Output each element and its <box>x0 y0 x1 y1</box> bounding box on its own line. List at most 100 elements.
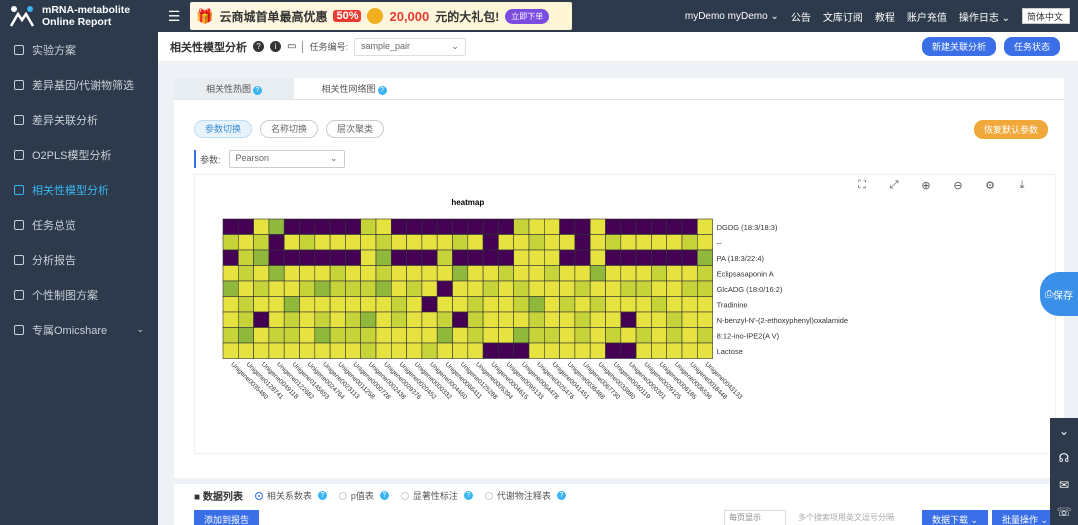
sidebar-item-7[interactable]: 个性制图方案 <box>0 277 158 312</box>
heatmap-cell <box>329 249 346 266</box>
heatmap-cell <box>605 218 622 235</box>
method-select[interactable]: Pearson ⌄ <box>228 150 345 168</box>
heatmap-cell <box>605 280 622 297</box>
heatmap-cell <box>559 342 576 359</box>
view-chips: 参数切换 名称切换 层次聚类 <box>194 120 385 138</box>
chat-icon[interactable]: ☏ <box>1056 505 1071 519</box>
heatmap-cell <box>314 249 331 266</box>
heatmap-cell <box>452 296 469 313</box>
heatmap-cell <box>314 265 331 282</box>
sidebar-item-label: 个性制图方案 <box>32 289 98 302</box>
heatmap-cell <box>666 327 683 344</box>
top-link-library[interactable]: 文库订阅 <box>823 9 863 24</box>
search-input[interactable]: 多个搜索项用英文逗号分隔 <box>798 512 894 523</box>
sidebar-item-5[interactable]: 任务总览 <box>0 207 158 242</box>
heatmap-cell <box>345 234 361 251</box>
top-link-announcement[interactable]: 公告 <box>791 9 811 24</box>
heatmap-cell <box>513 249 530 266</box>
chevron-down-icon[interactable]: ⌄ <box>1059 424 1069 438</box>
coin-icon <box>367 8 384 24</box>
chip-cluster[interactable]: 层次聚类 <box>326 120 385 138</box>
user-menu[interactable]: myDemo myDemo ⌄ <box>685 11 779 22</box>
heatmap-cell <box>237 311 254 328</box>
heatmap-cell <box>635 249 652 266</box>
heatmap-cell <box>253 311 270 328</box>
top-link-log[interactable]: 操作日志 ⌄ <box>959 9 1010 24</box>
info-icon[interactable]: i <box>270 41 281 52</box>
heatmap-cell <box>452 327 469 344</box>
heatmap-cell <box>696 234 713 251</box>
heatmap-cell <box>391 296 407 313</box>
heatmap-cell <box>452 311 469 328</box>
heatmap-cell <box>345 218 361 235</box>
heatmap-cell <box>360 327 377 344</box>
new-analysis-button[interactable]: 新建关联分析 <box>921 37 996 56</box>
sidebar-item-8[interactable]: 专属Omicshare ⌄ <box>0 312 158 347</box>
radio-correlation-table[interactable]: 相关系数表 ? <box>254 489 327 502</box>
tab-heatmap[interactable]: 相关性热图? <box>174 78 294 99</box>
language-select[interactable]: 简体中文 <box>1022 8 1070 24</box>
page-size-select[interactable]: 每页显示 <box>724 510 786 525</box>
radio-significance[interactable]: 显著性标注 ? <box>400 489 473 502</box>
heatmap-cell <box>268 265 285 282</box>
row-label: PA (18:3/22:4) <box>717 254 765 263</box>
save-float-button[interactable]: ⎙ 保存 <box>1040 272 1078 316</box>
heatmap-cell <box>681 234 698 251</box>
help-icon[interactable]: ? <box>253 41 264 52</box>
sidebar-item-3[interactable]: O2PLS模型分析 <box>0 137 158 172</box>
heatmap-cell <box>299 265 316 282</box>
heatmap-cell <box>559 234 576 251</box>
heatmap-cell <box>237 296 254 313</box>
heatmap-cell <box>283 280 300 297</box>
heatmap-cell <box>299 342 316 359</box>
video-icon[interactable]: ▭ <box>287 41 296 52</box>
heatmap-cell <box>406 265 423 282</box>
heatmap-cell <box>391 311 407 328</box>
heatmap-cell <box>375 311 392 328</box>
top-link-tutorial[interactable]: 教程 <box>875 9 895 24</box>
chip-params[interactable]: 参数切换 <box>194 120 253 138</box>
sidebar: mRNA-metabolite Online Report 实验方案 差异基因/代… <box>0 0 158 525</box>
headset-icon[interactable]: ☊ <box>1059 451 1070 465</box>
help-icon: ? <box>377 86 387 95</box>
task-select[interactable]: sample_pair ⌄ <box>353 37 466 56</box>
logo[interactable]: mRNA-metabolite Online Report <box>0 0 158 32</box>
batch-operation-button[interactable]: 批量操作 ⌄ <box>992 510 1059 525</box>
task-status-button[interactable]: 任务状态 <box>1003 37 1060 56</box>
heatmap-cell <box>345 265 361 282</box>
heatmap-cell <box>421 265 438 282</box>
data-download-button[interactable]: 数据下载 ⌄ <box>922 510 989 525</box>
top-link-recharge[interactable]: 账户充值 <box>907 9 947 24</box>
sidebar-item-6[interactable]: 分析报告 <box>0 242 158 277</box>
page-header: 相关性模型分析 ? i ▭ 任务编号: sample_pair ⌄ 新建关联分析… <box>158 32 1078 62</box>
radio-annotation-table[interactable]: 代谢物注释表 ? <box>484 489 566 502</box>
heatmap-cell <box>513 218 530 235</box>
heatmap-cell <box>696 342 713 359</box>
chip-names[interactable]: 名称切换 <box>260 120 319 138</box>
promo-banner[interactable]: 🎁 云商城首单最高优惠 50% 20,000 元的大礼包! 立即下单 <box>190 2 572 30</box>
radio-pvalue-table[interactable]: p值表 ? <box>338 489 389 502</box>
heatmap-cell <box>391 218 407 235</box>
param-row: 参数: Pearson ⌄ <box>194 150 345 168</box>
reset-params-button[interactable]: 恢复默认参数 <box>973 120 1048 139</box>
side-toolbar: ⌄ ☊ ✉ ☏ <box>1050 418 1078 525</box>
heatmap-cell <box>498 234 514 251</box>
sidebar-item-0[interactable]: 实验方案 <box>0 32 158 67</box>
heatmap-cell <box>375 234 392 251</box>
heatmap-cell <box>467 234 484 251</box>
heatmap-cell <box>543 311 560 328</box>
heatmap-cell <box>268 280 285 297</box>
tab-network[interactable]: 相关性网络图? <box>294 78 414 99</box>
sidebar-item-1[interactable]: 差异基因/代谢物筛选 <box>0 67 158 102</box>
banner-order-button[interactable]: 立即下单 <box>505 8 550 24</box>
heatmap-cell <box>299 280 316 297</box>
heatmap-cell <box>696 327 713 344</box>
add-to-report-button[interactable]: 添加到报告 <box>194 510 260 525</box>
menu-toggle-icon[interactable]: ☰ <box>158 8 190 25</box>
heatmap-cell <box>620 296 637 313</box>
heatmap-cell <box>283 327 300 344</box>
sidebar-item-2[interactable]: 差异关联分析 <box>0 102 158 137</box>
sidebar-item-4[interactable]: 相关性模型分析 <box>0 172 158 207</box>
heatmap-cell <box>299 249 316 266</box>
mail-icon[interactable]: ✉ <box>1059 478 1069 492</box>
